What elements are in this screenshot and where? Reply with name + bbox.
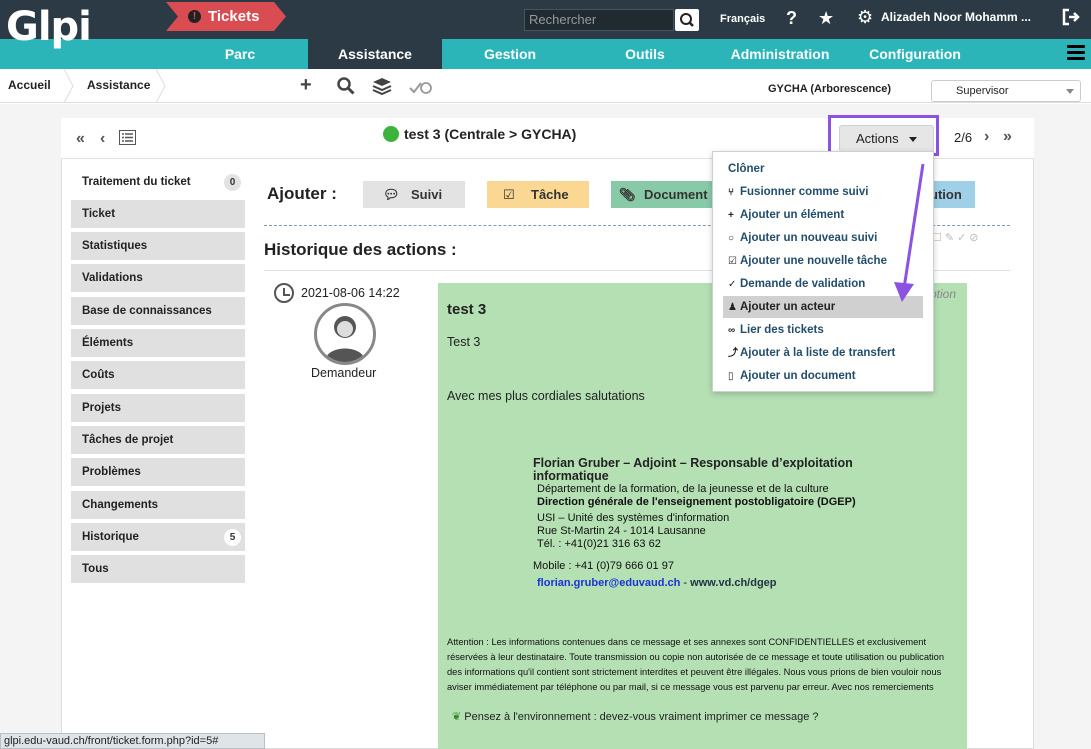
tab-ticket[interactable]: Ticket bbox=[71, 200, 245, 228]
message-title: test 3 bbox=[447, 301, 487, 318]
plus-icon: + bbox=[728, 210, 734, 221]
signature-usi: USI – Unité des systèmes d'information bbox=[537, 512, 730, 524]
requester-role: Demandeur bbox=[311, 366, 377, 380]
nav-administration[interactable]: Administration bbox=[720, 39, 840, 69]
actions-highlight-box bbox=[828, 115, 939, 156]
history-title: Historique des actions : bbox=[264, 240, 457, 259]
tab-elements[interactable]: Éléments bbox=[71, 329, 245, 357]
add-icon[interactable]: + bbox=[300, 75, 312, 95]
tab-validations[interactable]: Validations bbox=[71, 264, 245, 292]
nav-parc[interactable]: Parc bbox=[190, 39, 290, 69]
glpi-logo[interactable]: Glpi bbox=[6, 4, 106, 58]
breadcrumb-assistance[interactable]: Assistance bbox=[87, 69, 150, 103]
email-link[interactable]: florian.gruber@eduvaud.ch bbox=[537, 577, 680, 589]
signature-name: Florian Gruber – Adjoint – Responsable d… bbox=[533, 456, 853, 483]
transfer-icon: ⤴ bbox=[728, 348, 738, 359]
tab-problemes[interactable]: Problèmes bbox=[71, 458, 245, 486]
filter-icons[interactable]: ☐✎✓⊘ bbox=[932, 231, 982, 244]
add-solution-button[interactable]: ution bbox=[930, 181, 975, 208]
breadcrumb-separator-icon bbox=[156, 69, 166, 103]
star-icon[interactable]: ★ bbox=[818, 8, 834, 28]
search-icon[interactable] bbox=[337, 77, 355, 98]
checkbox-icon: ☑ bbox=[728, 256, 737, 267]
language-selector[interactable]: Français bbox=[720, 13, 765, 25]
tab-changements[interactable]: Changements bbox=[71, 491, 245, 519]
status-new-icon bbox=[383, 126, 399, 142]
signature-dept: Département de la formation, de la jeune… bbox=[537, 483, 829, 495]
layers-icon[interactable] bbox=[372, 77, 392, 98]
comment-icon: ○ bbox=[728, 233, 735, 244]
status-bar-url: glpi.edu-vaud.ch/front/ticket.form.php?i… bbox=[0, 733, 265, 749]
help-icon[interactable]: ? bbox=[786, 8, 797, 28]
add-task-button[interactable]: ☑ Tâche bbox=[487, 181, 589, 208]
menu-item-add-document[interactable]: ▯ Ajouter un document bbox=[723, 365, 923, 387]
check-clock-icon[interactable] bbox=[409, 80, 433, 98]
tab-projets[interactable]: Projets bbox=[71, 394, 245, 422]
list-icon[interactable] bbox=[119, 130, 136, 150]
first-page-icon[interactable]: « bbox=[76, 130, 85, 148]
checkbox-icon: ☑ bbox=[503, 187, 515, 202]
tab-taches-projet[interactable]: Tâches de projet bbox=[71, 426, 245, 454]
website-link[interactable]: www.vd.ch/dgep bbox=[690, 577, 776, 589]
tab-traitement[interactable]: Traitement du ticket 0 bbox=[71, 168, 245, 196]
signature-mobile: Mobile : +41 (0)79 666 01 97 bbox=[533, 560, 674, 572]
file-icon: ▯ bbox=[728, 371, 734, 382]
tab-couts[interactable]: Coûts bbox=[71, 361, 245, 389]
main-nav: Parc Assistance Gestion Outils Administr… bbox=[0, 39, 1091, 69]
menu-item-transfer-list[interactable]: ⤴ Ajouter à la liste de transfert bbox=[723, 342, 923, 364]
add-document-button[interactable]: 📎︎ Document bbox=[611, 181, 713, 208]
tab-statistiques[interactable]: Statistiques bbox=[71, 232, 245, 260]
entity-label: GYCHA (Arborescence) bbox=[768, 83, 892, 95]
eco-notice: ❦ Pensez à l'environnement : devez-vous … bbox=[452, 711, 819, 723]
nav-gestion[interactable]: Gestion bbox=[462, 39, 558, 69]
signature-direction: Direction générale de l'enseignement pos… bbox=[537, 496, 856, 508]
ticket-title: test 3 (Centrale > GYCHA) bbox=[383, 126, 576, 142]
message-greeting: Avec mes plus cordiales salutations bbox=[447, 389, 645, 403]
merge-icon: ⑂ bbox=[728, 187, 734, 198]
nav-assistance[interactable]: Assistance bbox=[308, 39, 442, 69]
signature-links: florian.gruber@eduvaud.ch - www.vd.ch/dg… bbox=[537, 577, 777, 589]
nav-outils[interactable]: Outils bbox=[600, 39, 690, 69]
nav-configuration[interactable]: Configuration bbox=[860, 39, 970, 69]
search-input[interactable]: Rechercher bbox=[524, 9, 674, 31]
search-icon bbox=[680, 13, 694, 27]
logout-icon[interactable] bbox=[1061, 7, 1081, 31]
user-menu[interactable]: Alizadeh Noor Mohamm ... bbox=[881, 10, 1031, 24]
tab-tous[interactable]: Tous bbox=[71, 555, 245, 583]
pager-count: 2/6 bbox=[954, 130, 973, 145]
breadcrumb-separator-icon bbox=[64, 69, 74, 103]
signature-address: Rue St-Martin 24 - 1014 Lausanne bbox=[537, 525, 706, 537]
link-icon: ∞ bbox=[728, 325, 736, 336]
tab-base-connaissances[interactable]: Base de connaissances bbox=[71, 297, 245, 325]
next-page-icon[interactable]: › bbox=[984, 128, 989, 146]
menu-item-link-tickets[interactable]: ∞ Lier des tickets bbox=[723, 319, 923, 341]
hamburger-menu-icon[interactable] bbox=[1067, 45, 1085, 63]
previous-page-icon[interactable]: ‹ bbox=[100, 130, 105, 148]
add-followup-button[interactable]: 💬︎ Suivi bbox=[363, 181, 465, 208]
tickets-alert-icon: ! bbox=[188, 10, 201, 23]
comment-icon: 💬︎ bbox=[383, 187, 400, 202]
count-badge: 0 bbox=[224, 174, 241, 191]
breadcrumb-home[interactable]: Accueil bbox=[8, 69, 51, 103]
entry-date: 2021-08-06 14:22 bbox=[301, 286, 400, 300]
profile-select[interactable]: Supervisor bbox=[931, 80, 1081, 102]
user-icon: ♟ bbox=[728, 302, 737, 313]
chevron-down-icon bbox=[1066, 89, 1074, 94]
breadcrumb-tickets[interactable]: ! Tickets bbox=[166, 2, 286, 31]
disclaimer-text: Attention : Les informations contenues d… bbox=[447, 637, 944, 692]
add-label: Ajouter : bbox=[267, 184, 337, 203]
last-page-icon[interactable]: » bbox=[1003, 128, 1012, 146]
annotation-arrow-icon bbox=[894, 163, 925, 302]
check-icon: ✓ bbox=[728, 279, 737, 290]
gear-icon[interactable]: ⚙ bbox=[857, 7, 873, 27]
paperclip-icon: 📎︎ bbox=[619, 187, 636, 202]
search-button[interactable] bbox=[675, 9, 699, 31]
leaf-icon: ❦ bbox=[452, 711, 462, 723]
avatar bbox=[314, 303, 376, 365]
message-body: Test 3 bbox=[447, 335, 481, 349]
tab-historique[interactable]: Historique 5 bbox=[71, 523, 245, 551]
clock-icon bbox=[274, 283, 294, 303]
signature-phone: Tél. : +41(0)21 316 63 62 bbox=[537, 538, 661, 550]
count-badge: 5 bbox=[224, 529, 241, 546]
